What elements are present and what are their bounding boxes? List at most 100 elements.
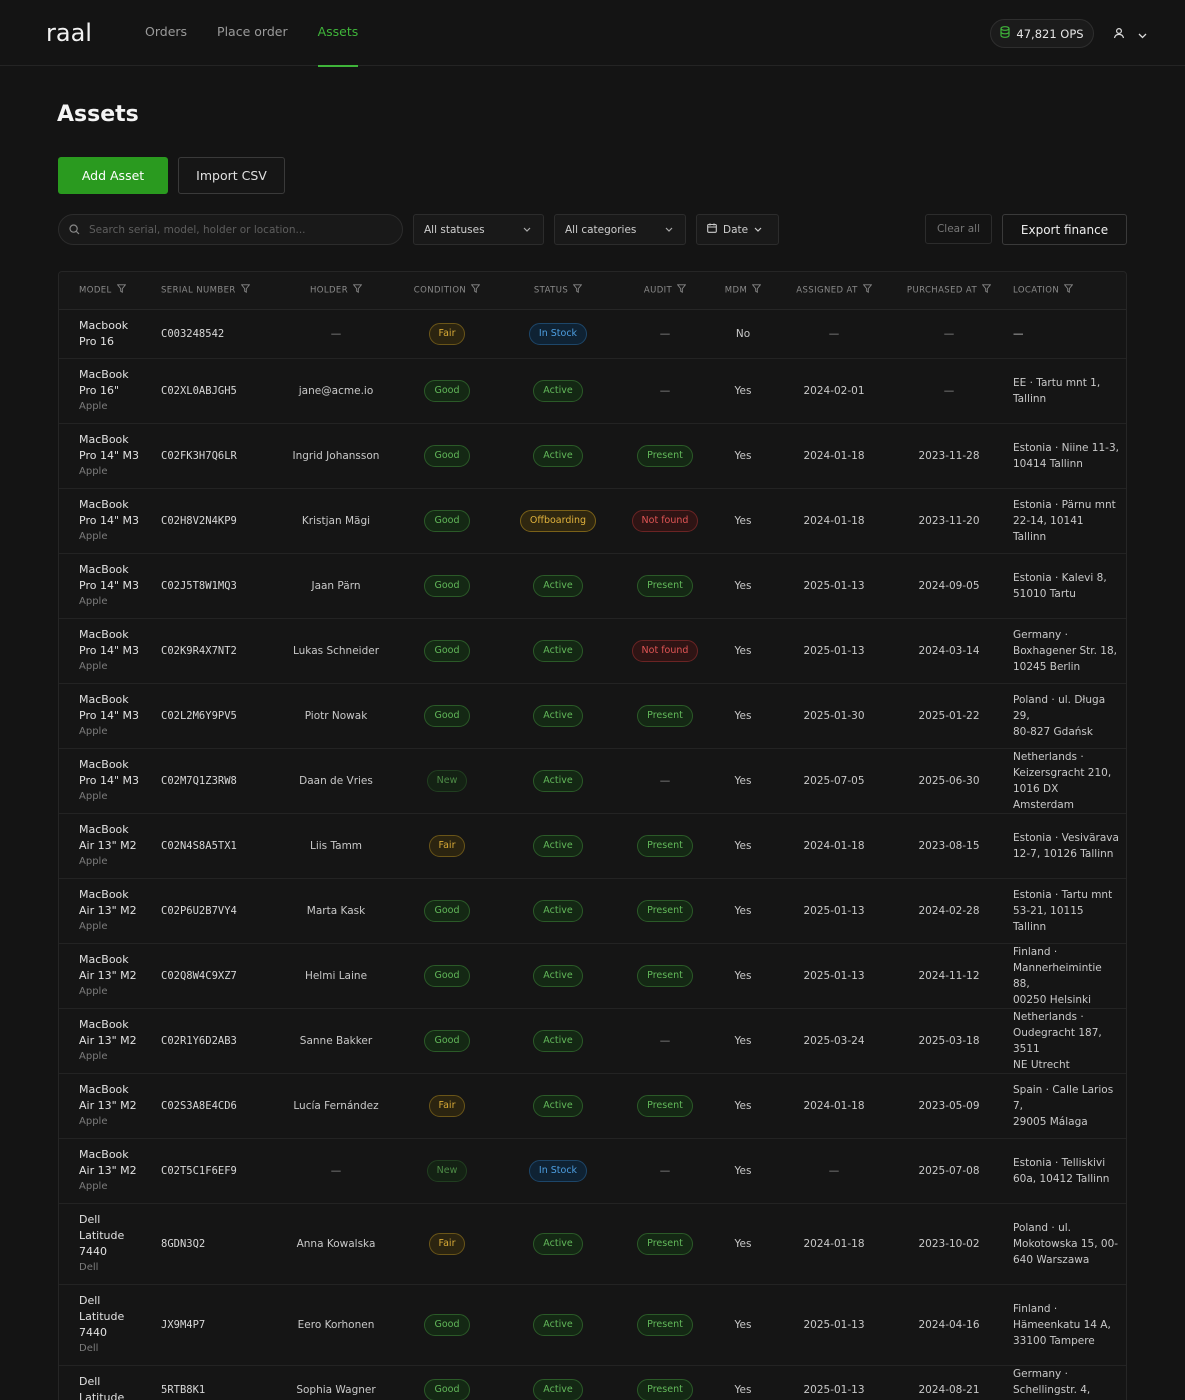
column-header-status[interactable]: STATUS — [499, 272, 617, 310]
table-row[interactable]: Dell Latitude 7440 Dell 8GDN3Q2 Anna Kowalska… — [59, 1203, 1126, 1284]
assigned-cell: 2024-01-18 — [803, 1099, 865, 1112]
search-box[interactable] — [58, 214, 403, 245]
clear-all-button[interactable]: Clear all — [925, 214, 992, 244]
table-row[interactable]: MacBook Pro 14" M3 Apple C02M7Q1Z3RW8 Daan d… — [59, 748, 1126, 813]
location-line: Tallinn — [1013, 392, 1047, 405]
status-select[interactable]: All statuses — [413, 214, 544, 245]
assigned-cell: 2024-01-18 — [803, 449, 865, 462]
location-line: Estonia · Niine 11-3, — [1013, 441, 1119, 454]
holder-cell: Liis Tamm — [309, 839, 363, 852]
filter-icon[interactable] — [751, 284, 762, 296]
column-header-location[interactable]: LOCATION — [1003, 272, 1126, 310]
ops-balance-pill[interactable]: 47,821 OPS — [990, 19, 1094, 48]
export-finance-button[interactable]: Export finance — [1002, 214, 1127, 245]
location-line: Estonia · Pärnu mnt — [1013, 498, 1116, 511]
table-row[interactable]: MacBook Air 13" M2 Apple C02P6U2B7VY4 Marta … — [59, 878, 1126, 943]
table-row[interactable]: Dell Latitude 5RTB8K1 Sophia Wagner Good Acti… — [59, 1365, 1126, 1400]
condition-cell: Fair — [395, 813, 499, 878]
add-asset-button[interactable]: Add Asset — [58, 157, 168, 194]
location-line: Estonia · Tartu mnt — [1013, 888, 1113, 901]
serial-cell: C02XL0ABJGH5 — [161, 384, 237, 397]
category-select-value: All categories — [565, 223, 637, 236]
filter-icon[interactable] — [240, 284, 251, 296]
status-cell: Active — [499, 553, 617, 618]
category-select[interactable]: All categories — [554, 214, 686, 245]
model-brand: Apple — [79, 1115, 108, 1127]
table-body: Macbook Pro 16 C003248542 — Fair In Stock — No —… — [59, 309, 1126, 1400]
serial-cell: C02L2M6Y9PV5 — [161, 709, 237, 722]
table-row[interactable]: MacBook Air 13" M2 Apple C02R1Y6D2AB3 Sanne … — [59, 1008, 1126, 1073]
column-header-purchased-at[interactable]: PURCHASED AT — [895, 272, 1003, 310]
column-header-serial-number[interactable]: SERIAL NUMBER — [151, 272, 277, 310]
model-name: MacBook — [79, 627, 129, 641]
location-cell: Germany · Schellingstr. 4, 80799 — [1003, 1365, 1126, 1400]
table-row[interactable]: MacBook Pro 14" M3 Apple C02FK3H7Q6LR Ingrid… — [59, 423, 1126, 488]
status-cell: In Stock — [499, 1138, 617, 1203]
search-input[interactable] — [89, 223, 389, 236]
audit-cell: Present — [617, 1073, 713, 1138]
filter-icon[interactable] — [116, 284, 127, 296]
purchased-cell: — — [943, 384, 955, 397]
model-name: Dell — [79, 1293, 101, 1307]
location-cell: EE · Tartu mnt 1, Tallinn — [1003, 358, 1126, 423]
condition-cell: Good — [395, 1284, 499, 1365]
table-row[interactable]: MacBook Pro 14" M3 Apple C02J5T8W1MQ3 Jaan P… — [59, 553, 1126, 618]
condition-cell: New — [395, 1138, 499, 1203]
table-row[interactable]: MacBook Air 13" M2 Apple C02S3A8E4CD6 Lucía … — [59, 1073, 1126, 1138]
status-badge: Active — [533, 1094, 583, 1117]
condition-badge: Fair — [428, 834, 466, 857]
location-line: 10245 Berlin — [1013, 660, 1081, 673]
column-header-assigned-at[interactable]: ASSIGNED AT — [773, 272, 895, 310]
filter-icon[interactable] — [352, 284, 363, 296]
model-name: Air 13" M2 — [79, 1033, 137, 1047]
table-row[interactable]: MacBook Pro 14" M3 Apple C02L2M6Y9PV5 Piotr … — [59, 683, 1126, 748]
import-csv-button[interactable]: Import CSV — [178, 157, 285, 194]
location-cell: Netherlands · Keizersgracht 210, 1016 DX A… — [1003, 748, 1126, 813]
table-row[interactable]: MacBook Air 13" M2 Apple C02T5C1F6EF9 — New In… — [59, 1138, 1126, 1203]
audit-cell: Not found — [617, 488, 713, 553]
top-nav: raal Orders Place order Assets 47,821 OP… — [0, 0, 1185, 67]
condition-cell: Fair — [395, 1203, 499, 1284]
column-header-condition[interactable]: CONDITION — [395, 272, 499, 310]
serial-cell: C02R1Y6D2AB3 — [161, 1034, 237, 1047]
location-cell: Poland · ul. Długa 29, 80-827 Gdańsk — [1003, 683, 1126, 748]
table-row[interactable]: Macbook Pro 16 C003248542 — Fair In Stock — No —… — [59, 309, 1126, 358]
model-brand: Apple — [79, 725, 108, 737]
filter-icon[interactable] — [470, 284, 481, 296]
condition-badge: Good — [424, 1378, 470, 1400]
table-row[interactable]: MacBook Air 13" M2 Apple C02N4S8A5TX1 Liis T… — [59, 813, 1126, 878]
table-row[interactable]: MacBook Air 13" M2 Apple C02Q8W4C9XZ7 Helmi … — [59, 943, 1126, 1008]
filter-icon[interactable] — [862, 284, 873, 296]
location-line: — — [1013, 327, 1024, 340]
model-cell: MacBook Pro 14" M3 Apple — [59, 618, 151, 683]
model-name: Dell — [79, 1374, 101, 1388]
location-line: 33100 Tampere — [1013, 1334, 1095, 1347]
table-row[interactable]: MacBook Pro 14" M3 Apple C02K9R4X7NT2 Lukas … — [59, 618, 1126, 683]
column-header-mdm[interactable]: MDM — [713, 272, 773, 310]
table-row[interactable]: MacBook Pro 16" Apple C02XL0ABJGH5 jane@acme… — [59, 358, 1126, 423]
model-brand: Apple — [79, 595, 108, 607]
holder-cell: Eero Korhonen — [297, 1318, 375, 1331]
column-header-model[interactable]: MODEL — [59, 272, 151, 310]
nav-place-order[interactable]: Place order — [217, 0, 288, 66]
filter-icon[interactable] — [676, 284, 687, 296]
location-line: Mannerheimintie 88, — [1013, 961, 1102, 990]
date-filter-button[interactable]: Date — [696, 214, 779, 245]
user-menu[interactable] — [1108, 22, 1147, 44]
filter-icon[interactable] — [572, 284, 583, 296]
purchased-cell: 2024-02-28 — [918, 904, 980, 917]
column-header-audit[interactable]: AUDIT — [617, 272, 713, 310]
holder-cell: Sophia Wagner — [296, 1383, 376, 1396]
column-header-holder[interactable]: HOLDER — [277, 272, 395, 310]
table-row[interactable]: MacBook Pro 14" M3 Apple C02H8V2N4KP9 Kristj… — [59, 488, 1126, 553]
status-cell: Offboarding — [499, 488, 617, 553]
nav-orders[interactable]: Orders — [145, 0, 187, 66]
status-cell: Active — [499, 1008, 617, 1073]
table-row[interactable]: Dell Latitude 7440 Dell JX9M4P7 Eero Korhonen… — [59, 1284, 1126, 1365]
logo[interactable]: raal — [46, 18, 92, 48]
filter-icon[interactable] — [981, 284, 992, 296]
filter-icon[interactable] — [1063, 284, 1074, 296]
location-line: 10414 Tallinn — [1013, 457, 1083, 470]
nav-assets[interactable]: Assets — [317, 0, 358, 67]
assigned-cell: 2025-01-13 — [803, 969, 865, 982]
